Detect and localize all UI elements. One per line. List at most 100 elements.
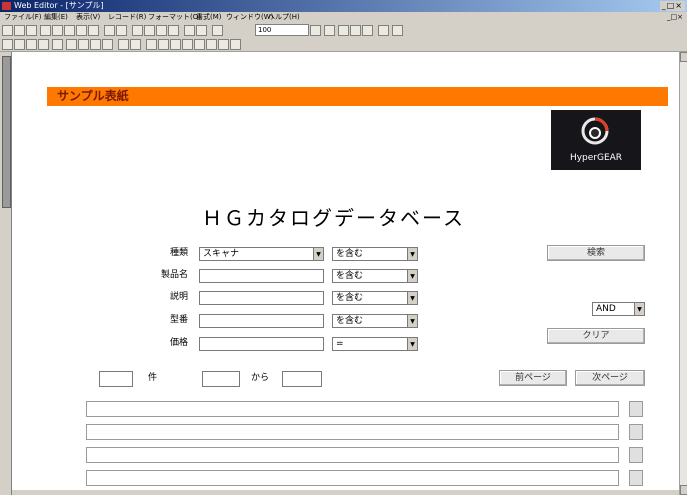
product-name-input[interactable] [199, 269, 324, 283]
open-icon[interactable] [14, 25, 25, 36]
type-op-value: を含む [336, 249, 364, 259]
menu-record[interactable]: レコード(R) [108, 12, 146, 23]
chevron-down-icon: ▼ [407, 292, 417, 304]
close-x-icon[interactable] [324, 25, 335, 36]
align-left-icon[interactable] [146, 39, 157, 50]
pointer-icon[interactable] [2, 39, 13, 50]
menu-style[interactable]: 書式(M) [196, 12, 222, 23]
paste-icon[interactable] [88, 25, 99, 36]
prev-record-icon[interactable] [144, 25, 155, 36]
model-number-op-select[interactable]: を含む ▼ [332, 314, 418, 328]
text-tool-icon[interactable] [14, 39, 25, 50]
result-row-button[interactable] [629, 401, 643, 417]
description-op-value: を含む [336, 293, 364, 303]
menu-file[interactable]: ファイル(F) [4, 12, 42, 23]
result-row-button[interactable] [629, 424, 643, 440]
button-tool-icon[interactable] [66, 39, 77, 50]
cut-icon[interactable] [64, 25, 75, 36]
scroll-up-icon[interactable] [680, 52, 687, 62]
group-icon[interactable] [206, 39, 217, 50]
grid-icon[interactable] [116, 25, 127, 36]
next-record-icon[interactable] [156, 25, 167, 36]
result-row-field[interactable] [86, 470, 619, 486]
line-tool-icon[interactable] [26, 39, 37, 50]
chevron-down-icon: ▼ [407, 315, 417, 327]
zoom-icon[interactable] [212, 25, 223, 36]
menu-view[interactable]: 表示(V) [76, 12, 100, 23]
model-number-input[interactable] [199, 314, 324, 328]
star-icon[interactable] [184, 25, 195, 36]
count-field[interactable] [99, 371, 133, 387]
scroll-down-icon[interactable] [680, 485, 687, 495]
properties-icon[interactable] [230, 39, 241, 50]
vertical-scrollbar[interactable] [679, 52, 687, 495]
menu-format[interactable]: フォーマット(O) [148, 12, 201, 23]
status-bar [12, 490, 679, 495]
label-description: 説明 [169, 292, 188, 302]
logic-select[interactable]: AND ▼ [592, 302, 645, 316]
prev-page-button[interactable]: 前ページ [499, 370, 567, 386]
ungroup-icon[interactable] [218, 39, 229, 50]
clear-button[interactable]: クリア [547, 328, 645, 344]
page-double-icon[interactable] [350, 25, 361, 36]
pdf-icon[interactable] [392, 25, 403, 36]
first-record-icon[interactable] [132, 25, 143, 36]
description-op-select[interactable]: を含む ▼ [332, 291, 418, 305]
table-icon[interactable] [104, 25, 115, 36]
chevron-down-icon: ▼ [407, 248, 417, 260]
price-op-select[interactable]: = ▼ [332, 337, 418, 351]
copy-icon[interactable] [76, 25, 87, 36]
price-input[interactable] [199, 337, 324, 351]
result-row-field[interactable] [86, 424, 619, 440]
page-canvas: サンプル表紙 HyperGEAR ＨＧカタログデータベース 種類 スキャナ ▼ … [12, 52, 679, 490]
align-top-icon[interactable] [182, 39, 193, 50]
radio-tool-icon[interactable] [102, 39, 113, 50]
page-list-icon[interactable] [362, 25, 373, 36]
from-field[interactable] [202, 371, 240, 387]
type-op-select[interactable]: を含む ▼ [332, 247, 418, 261]
window-titlebar: Web Editor - [サンプル] _□× [0, 0, 687, 12]
tools-icon[interactable] [378, 25, 389, 36]
rect-tool-icon[interactable] [52, 39, 63, 50]
menu-help[interactable]: ヘルプ(H) [268, 12, 300, 23]
search-button[interactable]: 検索 [547, 245, 645, 261]
align-center-icon[interactable] [158, 39, 169, 50]
menu-edit[interactable]: 編集(E) [44, 12, 68, 23]
result-row-button[interactable] [629, 470, 643, 486]
field-tool-icon[interactable] [38, 39, 49, 50]
price-op-value: = [336, 339, 344, 349]
align-bottom-icon[interactable] [194, 39, 205, 50]
arrow-icon[interactable] [196, 25, 207, 36]
to-field[interactable] [282, 371, 322, 387]
product-name-op-select[interactable]: を含む ▼ [332, 269, 418, 283]
menu-window[interactable]: ウィンドウ(W) [226, 12, 273, 23]
result-row-button[interactable] [629, 447, 643, 463]
zoom-select[interactable]: 100 [255, 24, 309, 36]
check-tool-icon[interactable] [90, 39, 101, 50]
chevron-down-icon: ▼ [313, 248, 323, 260]
result-row-field[interactable] [86, 401, 619, 417]
save-icon[interactable] [26, 25, 37, 36]
zoom-dropdown-icon[interactable] [310, 25, 321, 36]
palette-handle[interactable] [2, 56, 11, 208]
print-icon[interactable] [40, 25, 51, 36]
last-record-icon[interactable] [168, 25, 179, 36]
hypergear-logo: HyperGEAR [551, 110, 641, 170]
list-tool-icon[interactable] [78, 39, 89, 50]
image-tool-icon[interactable] [118, 39, 129, 50]
align-right-icon[interactable] [170, 39, 181, 50]
type-select[interactable]: スキャナ ▼ [199, 247, 324, 261]
document-controls[interactable]: _□× [667, 12, 683, 23]
window-controls[interactable]: _□× [659, 1, 685, 11]
result-row-field[interactable] [86, 447, 619, 463]
app-icon [2, 2, 11, 10]
new-icon[interactable] [2, 25, 13, 36]
logo-swirl-icon [581, 117, 609, 145]
window-title: Web Editor - [サンプル] [14, 1, 104, 10]
description-input[interactable] [199, 291, 324, 305]
preview-icon[interactable] [52, 25, 63, 36]
page-single-icon[interactable] [338, 25, 349, 36]
link-tool-icon[interactable] [130, 39, 141, 50]
banner-text: サンプル表紙 [57, 89, 129, 103]
next-page-button[interactable]: 次ページ [575, 370, 645, 386]
